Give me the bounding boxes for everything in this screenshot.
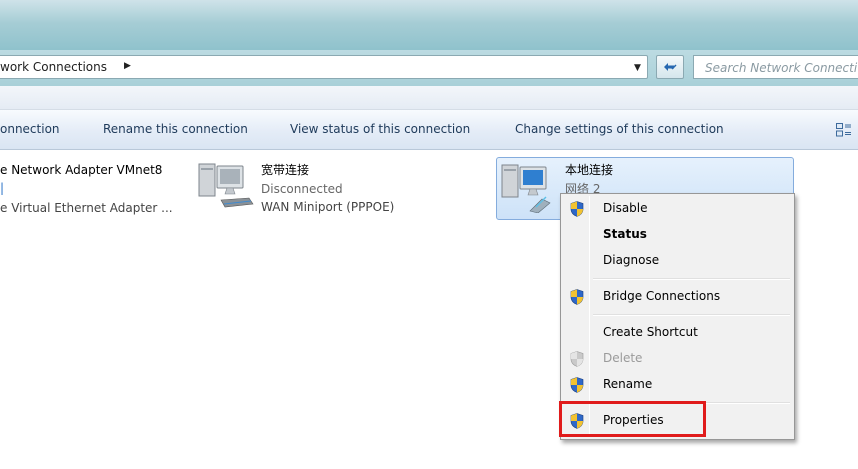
breadcrumb-network-connections[interactable]: work Connections: [0, 60, 107, 74]
connection-device: WAN Miniport (PPPOE): [261, 200, 395, 214]
refresh-button[interactable]: [656, 55, 684, 79]
connect-button[interactable]: onnection: [0, 122, 60, 136]
uac-shield-icon: [570, 351, 584, 367]
connection-name: e Network Adapter VMnet8: [0, 163, 163, 177]
properties-highlight-box: [559, 401, 706, 437]
menu-item-label: Rename: [603, 377, 653, 391]
change-view-icon[interactable]: [836, 123, 852, 137]
menu-item-label: Delete: [603, 351, 643, 365]
connection-device: e Virtual Ethernet Adapter ...: [0, 201, 173, 215]
connection-name: 本地连接: [565, 163, 614, 177]
menu-item-label: Create Shortcut: [603, 325, 698, 339]
network-connection-icon: [501, 164, 551, 213]
menu-item-label: Disable: [603, 201, 648, 215]
menu-item-create-shortcut[interactable]: Create Shortcut: [563, 321, 792, 345]
uac-shield-icon: [570, 201, 584, 217]
menu-item-status[interactable]: Status: [563, 223, 792, 247]
connection-status: Disconnected: [261, 182, 343, 196]
uac-shield-icon: [570, 289, 584, 305]
connection-name: 宽带连接: [261, 163, 310, 177]
menu-item-label: Diagnose: [603, 253, 660, 267]
menu-item-label: Bridge Connections: [603, 289, 721, 303]
search-box[interactable]: Search Network Connecti: [693, 55, 858, 79]
address-dropdown-icon[interactable]: ▼: [634, 63, 641, 73]
address-row: work Connections ▶ ▼ Search Network Conn…: [0, 50, 858, 86]
menu-item-bridge-connections[interactable]: Bridge Connections: [563, 285, 792, 309]
command-toolbar: onnection Rename this connection View st…: [0, 110, 858, 150]
window-titlebar: [0, 0, 858, 50]
connection-status: |: [0, 181, 5, 195]
menu-bar: [0, 86, 858, 110]
refresh-icon: [664, 63, 677, 71]
menu-item-disable[interactable]: Disable: [563, 197, 792, 221]
rename-connection-button[interactable]: Rename this connection: [103, 122, 248, 136]
menu-item-label: Status: [603, 227, 647, 241]
uac-shield-icon: [570, 377, 584, 393]
address-bar[interactable]: work Connections ▶ ▼: [0, 55, 648, 79]
view-status-button[interactable]: View status of this connection: [290, 122, 470, 136]
network-connection-icon: [198, 163, 254, 208]
menu-item-diagnose[interactable]: Diagnose: [563, 249, 792, 273]
change-settings-button[interactable]: Change settings of this connection: [515, 122, 724, 136]
menu-item-rename[interactable]: Rename: [563, 373, 792, 397]
breadcrumb-arrow-icon[interactable]: ▶: [124, 61, 131, 71]
search-input[interactable]: Search Network Connecti: [705, 61, 857, 75]
menu-separator: [593, 278, 790, 280]
menu-separator: [593, 314, 790, 316]
menu-item-delete[interactable]: Delete: [563, 347, 792, 371]
